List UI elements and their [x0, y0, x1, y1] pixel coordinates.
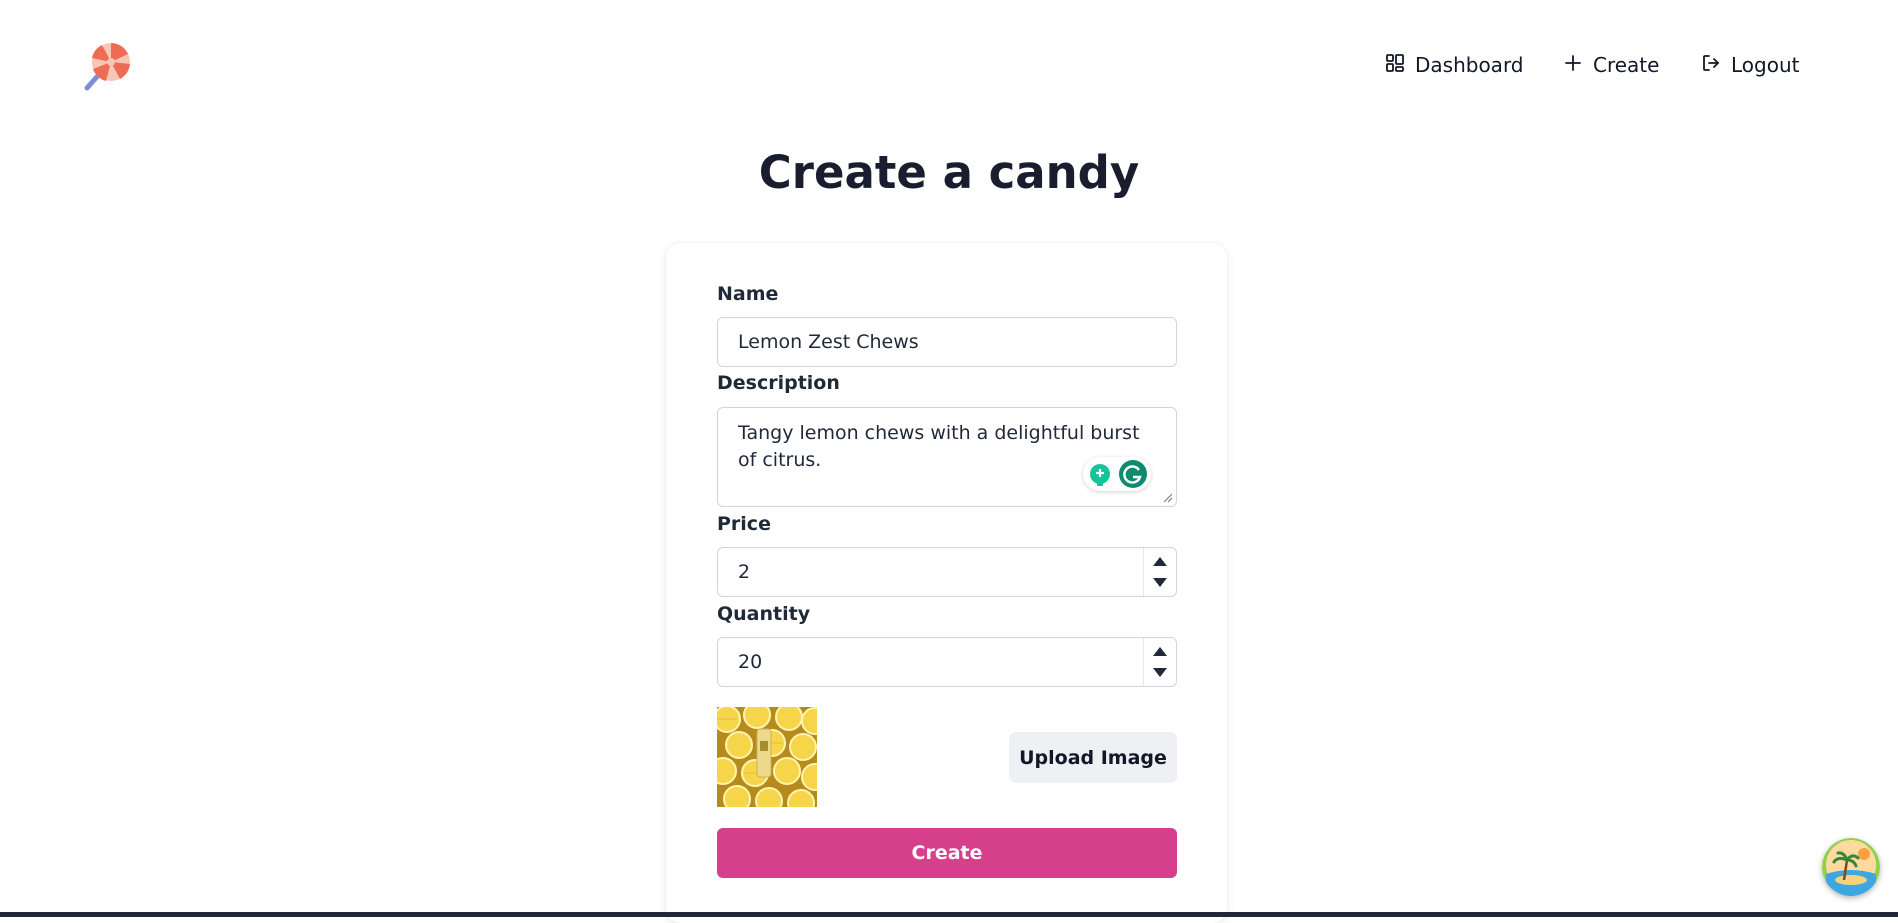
- decrement-icon[interactable]: [1153, 668, 1167, 677]
- plus-icon: [1563, 53, 1583, 78]
- resize-handle-icon[interactable]: [1163, 493, 1173, 503]
- description-text: Tangy lemon chews with a delightful burs…: [738, 422, 1140, 471]
- nav-logout-label: Logout: [1731, 53, 1800, 77]
- name-label: Name: [717, 283, 779, 305]
- upload-image-button[interactable]: Upload Image: [1009, 732, 1177, 783]
- create-submit-button[interactable]: Create: [717, 828, 1177, 878]
- page-title: Create a candy: [758, 146, 1140, 199]
- decrement-icon[interactable]: [1153, 578, 1167, 587]
- bottom-bar: [0, 912, 1898, 917]
- nav-create-label: Create: [1593, 53, 1660, 77]
- increment-icon[interactable]: [1153, 647, 1167, 656]
- quantity-input[interactable]: 20: [717, 637, 1177, 687]
- grid-icon: [1385, 53, 1405, 78]
- quantity-stepper[interactable]: [1143, 638, 1176, 686]
- nav-create[interactable]: Create: [1563, 49, 1659, 81]
- price-input[interactable]: 2: [717, 547, 1177, 597]
- island-widget-icon[interactable]: [1822, 838, 1880, 896]
- price-stepper[interactable]: [1143, 548, 1176, 596]
- nav-dashboard[interactable]: Dashboard: [1385, 49, 1524, 81]
- price-label: Price: [717, 513, 771, 535]
- description-label: Description: [717, 372, 840, 394]
- logout-icon: [1701, 53, 1721, 78]
- candy-image-preview: [717, 707, 817, 807]
- increment-icon[interactable]: [1153, 557, 1167, 566]
- nav-logout[interactable]: Logout: [1701, 49, 1799, 81]
- price-value: 2: [738, 561, 751, 583]
- nav-dashboard-label: Dashboard: [1415, 53, 1524, 77]
- quantity-label: Quantity: [717, 603, 811, 625]
- name-input[interactable]: Lemon Zest Chews: [717, 317, 1177, 367]
- quantity-value: 20: [738, 651, 763, 673]
- grammarly-widget[interactable]: [1083, 457, 1151, 491]
- lollipop-logo-icon[interactable]: [82, 38, 136, 92]
